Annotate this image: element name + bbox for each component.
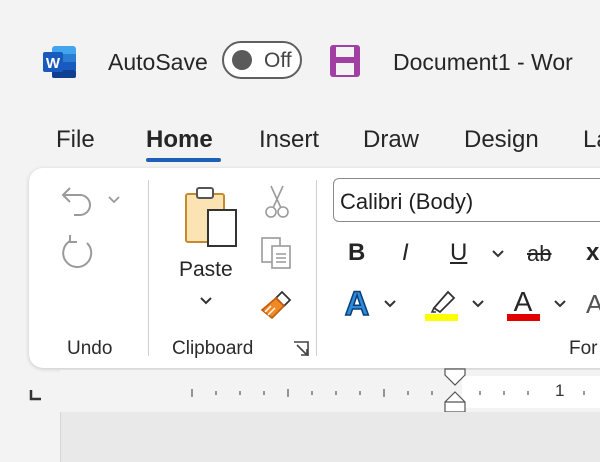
font-color-icon: A <box>507 286 540 321</box>
chevron-down-icon <box>108 196 120 204</box>
format-painter-icon <box>260 290 292 320</box>
ruler-number: 1 <box>555 381 565 400</box>
redo-icon <box>62 235 93 268</box>
active-tab-indicator <box>146 158 221 162</box>
paste-label[interactable]: Paste <box>179 258 233 282</box>
autosave-state: Off <box>264 49 292 72</box>
undo-group-label: Undo <box>67 338 113 359</box>
toggle-knob <box>232 50 252 70</box>
highlighter-icon <box>425 290 458 321</box>
clipboard-group-label: Clipboard <box>172 338 254 359</box>
font-name-input[interactable]: Calibri (Body) <box>333 178 600 222</box>
paste-dropdown[interactable] <box>198 293 214 309</box>
indent-marker-icon <box>444 368 466 413</box>
tab-file[interactable]: File <box>56 126 95 154</box>
undo-button[interactable] <box>60 182 96 216</box>
undo-icon <box>61 187 91 216</box>
subscript-button[interactable]: x <box>586 239 599 267</box>
svg-text:A: A <box>514 286 533 317</box>
svg-text:A: A <box>345 285 370 320</box>
grow-font-button[interactable]: A <box>586 289 600 320</box>
cut-icon <box>265 185 289 218</box>
autosave-toggle[interactable]: Off <box>222 41 302 79</box>
text-effects-button[interactable]: A <box>340 284 374 320</box>
font-color-button[interactable]: A <box>506 284 542 322</box>
strikethrough-button[interactable]: ab <box>527 241 551 267</box>
document-canvas[interactable] <box>60 412 600 462</box>
font-color-dropdown[interactable] <box>552 296 568 312</box>
format-painter-button[interactable] <box>260 288 296 320</box>
underline-dropdown[interactable] <box>490 246 506 262</box>
tab-layout[interactable]: La <box>583 126 600 154</box>
copy-button[interactable] <box>260 236 294 270</box>
text-effects-icon: A <box>344 284 370 320</box>
font-group-label: For <box>569 338 598 359</box>
clipboard-dialog-launcher[interactable] <box>292 340 310 358</box>
highlight-dropdown[interactable] <box>470 296 486 312</box>
redo-button[interactable] <box>58 233 98 273</box>
highlight-button[interactable] <box>424 286 460 322</box>
tab-design[interactable]: Design <box>464 126 539 154</box>
underline-button[interactable]: U <box>450 239 467 267</box>
group-separator <box>316 180 317 356</box>
tab-stop-icon <box>29 390 41 401</box>
cut-button[interactable] <box>264 184 290 220</box>
chevron-down-icon <box>492 250 504 258</box>
autosave-label: AutoSave <box>108 49 208 75</box>
tab-home[interactable]: Home <box>146 126 213 154</box>
group-separator <box>148 180 149 356</box>
tab-insert[interactable]: Insert <box>259 126 319 154</box>
undo-dropdown[interactable] <box>106 192 122 208</box>
chevron-down-icon <box>554 300 566 308</box>
document-title: Document1 - Wor <box>393 49 573 75</box>
paste-icon <box>185 187 237 247</box>
copy-icon <box>261 237 291 269</box>
text-effects-dropdown[interactable] <box>382 296 398 312</box>
chevron-down-icon <box>384 300 396 308</box>
dialog-launcher-icon <box>294 341 309 356</box>
chevron-down-icon <box>200 297 212 305</box>
svg-text:W: W <box>46 55 61 72</box>
first-line-indent-marker[interactable] <box>444 368 466 414</box>
paste-button[interactable] <box>182 186 242 250</box>
tab-draw[interactable]: Draw <box>363 126 419 154</box>
word-logo-icon[interactable]: W <box>40 44 78 80</box>
bold-button[interactable]: B <box>348 239 365 267</box>
tab-selector[interactable] <box>29 388 43 402</box>
ruler-ticks <box>186 386 600 400</box>
italic-button[interactable]: I <box>402 239 409 267</box>
chevron-down-icon <box>472 300 484 308</box>
save-icon[interactable] <box>328 43 362 79</box>
font-name-value: Calibri (Body) <box>340 189 474 214</box>
